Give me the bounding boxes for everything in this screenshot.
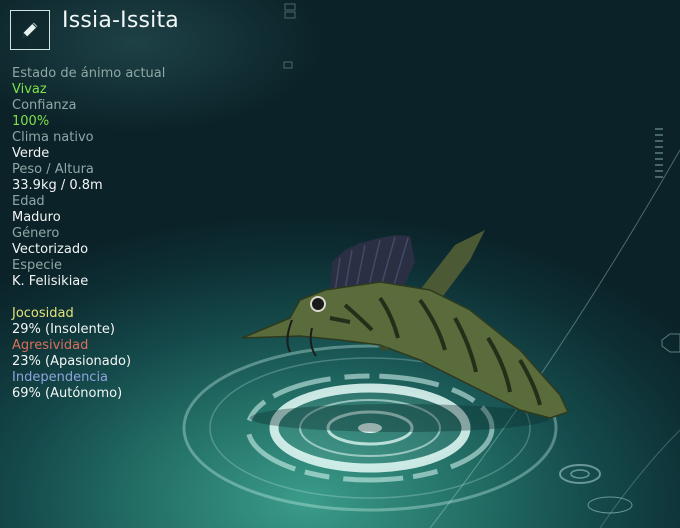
stat-age: Edad Maduro xyxy=(12,194,212,226)
trait-label: Agresividad xyxy=(12,338,89,353)
stat-species: Especie K. Felisikiae xyxy=(12,258,212,290)
pencil-icon xyxy=(22,22,38,38)
trait-aggression: Agresividad 23% (Apasionado) xyxy=(12,338,212,370)
stat-value: K. Felisikiae xyxy=(12,274,89,289)
stat-label: Confianza xyxy=(12,98,77,113)
trait-value: 69% (Autónomo) xyxy=(12,386,123,401)
stat-value: 33.9kg / 0.8m xyxy=(12,178,103,193)
stat-label: Género xyxy=(12,226,60,241)
edit-name-button[interactable] xyxy=(10,10,50,50)
stat-value: 100% xyxy=(12,114,50,129)
stat-value: Vivaz xyxy=(12,82,47,97)
traits-panel: Jocosidad 29% (Insolente) Agresividad 23… xyxy=(12,306,212,402)
dot-column xyxy=(655,128,663,178)
stat-value: Verde xyxy=(12,146,50,161)
trait-label: Independencia xyxy=(12,370,109,385)
stat-label: Edad xyxy=(12,194,45,209)
top-markers xyxy=(283,3,296,69)
trait-value: 29% (Insolente) xyxy=(12,322,115,337)
stat-weight-height: Peso / Altura 33.9kg / 0.8m xyxy=(12,162,212,194)
stat-mood: Estado de ánimo actual Vivaz xyxy=(12,66,212,98)
creature-name: Issia-Issita xyxy=(62,8,179,33)
stat-label: Estado de ánimo actual xyxy=(12,66,166,81)
stat-climate: Clima nativo Verde xyxy=(12,130,212,162)
trait-independence: Independencia 69% (Autónomo) xyxy=(12,370,212,402)
stats-panel: Estado de ánimo actual Vivaz Confianza 1… xyxy=(12,66,212,402)
stat-trust: Confianza 100% xyxy=(12,98,212,130)
trait-playfulness: Jocosidad 29% (Insolente) xyxy=(12,306,212,338)
side-rings xyxy=(559,464,633,514)
stat-value: Maduro xyxy=(12,210,61,225)
stat-gender: Género Vectorizado xyxy=(12,226,212,258)
trait-label: Jocosidad xyxy=(12,306,74,321)
stat-label: Peso / Altura xyxy=(12,162,94,177)
trait-value: 23% (Apasionado) xyxy=(12,354,132,369)
hex-outline xyxy=(661,333,680,353)
stat-label: Clima nativo xyxy=(12,130,94,145)
stat-label: Especie xyxy=(12,258,62,273)
stat-value: Vectorizado xyxy=(12,242,89,257)
